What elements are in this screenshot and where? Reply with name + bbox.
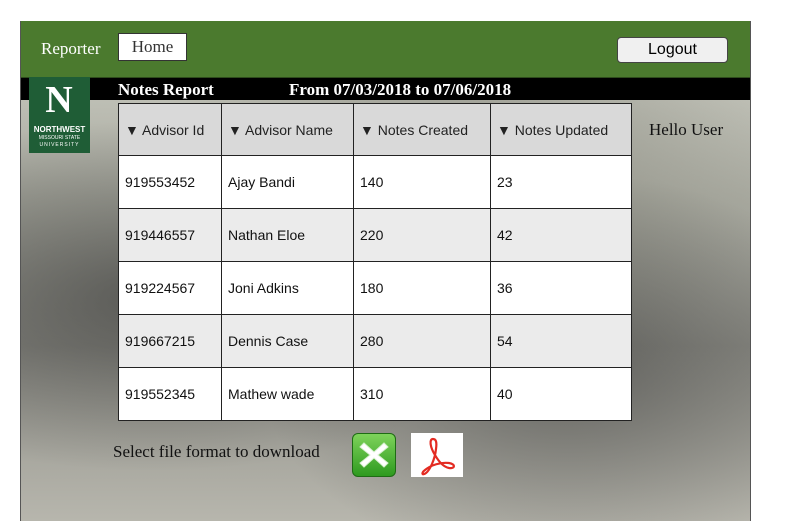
sort-icon: ▼ <box>360 121 374 138</box>
sort-icon: ▼ <box>125 121 139 138</box>
app-frame: Reporter Home Logout Notes Report From 0… <box>20 21 751 521</box>
cell-notes-updated: 40 <box>490 367 632 421</box>
logout-button[interactable]: Logout <box>617 37 728 63</box>
pdf-download-button[interactable] <box>411 433 463 477</box>
home-button[interactable]: Home <box>118 33 187 61</box>
logo-line-2: MISSOURI STATE <box>38 135 81 141</box>
cell-advisor-id: 919446557 <box>118 208 222 262</box>
user-greeting: Hello User <box>649 120 724 139</box>
cell-advisor-name: Nathan Eloe <box>221 208 354 262</box>
cell-advisor-name: Ajay Bandi <box>221 155 354 209</box>
app-brand: Reporter <box>41 39 101 58</box>
table-row: 919667215 Dennis Case 280 54 <box>118 314 632 368</box>
pdf-icon <box>421 437 455 476</box>
column-header-notes-updated[interactable]: ▼ Notes Updated <box>490 103 632 156</box>
university-logo: N NORTHWEST MISSOURI STATE UNIVERSITY <box>29 77 90 153</box>
download-label: Select file format to download <box>113 442 320 461</box>
column-header-advisor-id[interactable]: ▼ Advisor Id <box>118 103 222 156</box>
cell-notes-updated: 42 <box>490 208 632 262</box>
column-label: Notes Updated <box>514 121 609 138</box>
cell-notes-created: 310 <box>353 367 491 421</box>
cell-advisor-id: 919553452 <box>118 155 222 209</box>
cell-advisor-id: 919552345 <box>118 367 222 421</box>
column-header-notes-created[interactable]: ▼ Notes Created <box>353 103 491 156</box>
column-header-advisor-name[interactable]: ▼ Advisor Name <box>221 103 354 156</box>
sort-icon: ▼ <box>497 121 511 138</box>
report-title: Notes Report <box>118 80 214 99</box>
column-label: Advisor Id <box>141 121 205 138</box>
cell-notes-updated: 36 <box>490 261 632 315</box>
column-label: Notes Created <box>377 121 469 138</box>
cell-notes-created: 220 <box>353 208 491 262</box>
excel-download-button[interactable] <box>352 433 396 477</box>
cell-advisor-name: Joni Adkins <box>221 261 354 315</box>
cell-advisor-name: Mathew wade <box>221 367 354 421</box>
top-nav-bar: Reporter Home Logout <box>21 21 750 78</box>
column-label: Advisor Name <box>244 121 333 138</box>
table-row: 919224567 Joni Adkins 180 36 <box>118 261 632 315</box>
logo-line-3: UNIVERSITY <box>39 142 80 148</box>
table-row: 919446557 Nathan Eloe 220 42 <box>118 208 632 262</box>
notes-report-table: ▼ Advisor Id ▼ Advisor Name ▼ Notes Crea… <box>118 103 632 421</box>
cell-advisor-id: 919667215 <box>118 314 222 368</box>
cell-notes-updated: 54 <box>490 314 632 368</box>
table-row: 919553452 Ajay Bandi 140 23 <box>118 155 632 209</box>
cell-notes-created: 140 <box>353 155 491 209</box>
table-row: 919552345 Mathew wade 310 40 <box>118 367 632 421</box>
cell-notes-created: 280 <box>353 314 491 368</box>
table-header-row: ▼ Advisor Id ▼ Advisor Name ▼ Notes Crea… <box>118 103 632 156</box>
cell-advisor-name: Dennis Case <box>221 314 354 368</box>
sort-icon: ▼ <box>228 121 242 138</box>
excel-icon <box>359 442 389 468</box>
cell-advisor-id: 919224567 <box>118 261 222 315</box>
cell-notes-created: 180 <box>353 261 491 315</box>
logo-line-1: NORTHWEST <box>33 125 86 134</box>
logo-letter: N <box>45 79 73 121</box>
date-range: From 07/03/2018 to 07/06/2018 <box>289 80 512 99</box>
cell-notes-updated: 23 <box>490 155 632 209</box>
